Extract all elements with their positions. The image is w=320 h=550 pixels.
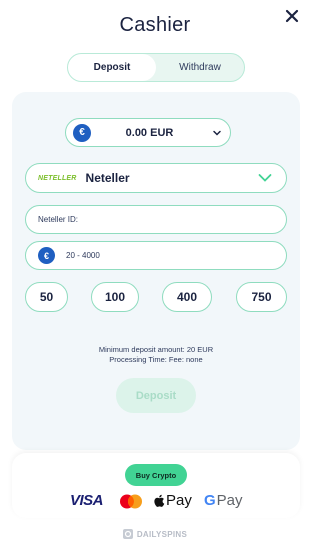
neteller-id-input[interactable]: [26, 215, 286, 224]
neteller-id-field[interactable]: [25, 205, 287, 234]
payment-method-name: Neteller: [85, 171, 130, 185]
euro-icon: €: [38, 247, 55, 264]
neteller-logo: NETELLER: [38, 174, 77, 182]
tab-withdraw[interactable]: Withdraw: [156, 54, 244, 81]
google-pay-text: Pay: [216, 492, 243, 509]
processing-time-text: Processing Time: Fee: none: [109, 355, 203, 364]
close-icon[interactable]: [284, 8, 300, 24]
mastercard-logo: [120, 494, 142, 509]
cashier-tabs: Deposit Withdraw: [67, 53, 245, 82]
preset-amount-button[interactable]: 50: [25, 282, 68, 312]
payment-options-panel: Buy Crypto VISA Pay G Pay: [12, 453, 300, 518]
chevron-down-icon: [213, 130, 221, 136]
google-g-letter: G: [204, 492, 216, 509]
apple-pay-logo: Pay: [153, 492, 192, 509]
footer-brand-text: DAILYSPINS: [136, 529, 188, 539]
deposit-button[interactable]: Deposit: [116, 378, 196, 413]
footer-brand: DAILYSPINS: [0, 525, 310, 543]
page-title: Cashier: [119, 14, 191, 36]
preset-amount-button[interactable]: 750: [236, 282, 287, 312]
chevron-down-icon: [258, 174, 272, 182]
dailyspins-icon: [122, 529, 133, 539]
amount-field[interactable]: €: [25, 241, 287, 270]
payment-method-selector[interactable]: NETELLER Neteller: [25, 163, 287, 193]
buy-crypto-button[interactable]: Buy Crypto: [125, 464, 187, 486]
apple-pay-text: Pay: [166, 492, 192, 509]
payment-logos: VISA Pay G Pay: [12, 490, 300, 512]
visa-logo: VISA: [70, 492, 104, 509]
tab-deposit[interactable]: Deposit: [68, 54, 156, 81]
preset-amount-button[interactable]: 100: [91, 282, 139, 312]
currency-selector[interactable]: € 0.00 EUR: [65, 118, 231, 147]
google-pay-logo: G Pay: [204, 492, 243, 509]
preset-amount-button[interactable]: 400: [162, 282, 212, 312]
minimum-deposit-text: Minimum deposit amount: 20 EUR: [98, 345, 214, 354]
apple-icon: [154, 494, 165, 507]
euro-icon: €: [73, 123, 91, 142]
currency-value: 0.00 EUR: [125, 126, 174, 139]
cashier-header: Cashier: [0, 0, 310, 50]
deposit-card: € 0.00 EUR NETELLER Neteller € 50 100 40…: [12, 92, 300, 450]
amount-input[interactable]: [55, 251, 286, 260]
